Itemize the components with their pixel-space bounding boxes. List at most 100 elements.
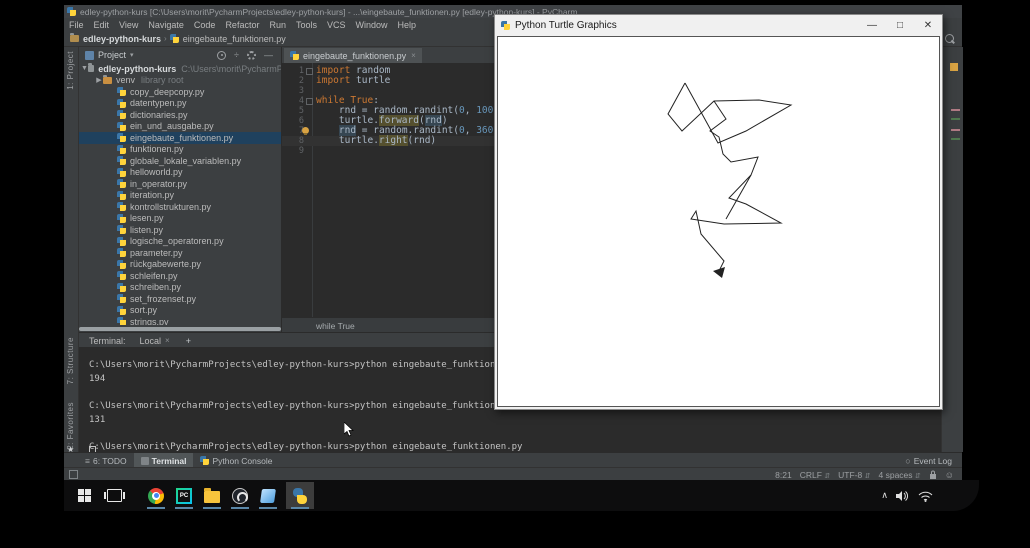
breadcrumb-file[interactable]: eingebaute_funktionen.py [183, 34, 286, 44]
breadcrumb-project[interactable]: edley-python-kurs [83, 34, 161, 44]
close-terminal-tab-icon[interactable]: × [165, 336, 170, 345]
hide-panel-icon[interactable]: — [264, 50, 273, 60]
menu-item-navigate[interactable]: Navigate [143, 20, 189, 30]
terminal-line: 131 [89, 414, 105, 428]
mouse-cursor [344, 422, 355, 438]
fold-icon[interactable] [306, 98, 313, 105]
menu-item-tools[interactable]: Tools [291, 20, 322, 30]
turtle-graphics-window[interactable]: Python Turtle Graphics — □ ✕ [494, 14, 943, 410]
menu-item-edit[interactable]: Edit [89, 20, 115, 30]
tree-item-set_frozenset[interactable]: set_frozenset.py [79, 293, 281, 305]
terminal-toolwindow-button[interactable]: Terminal [134, 453, 194, 468]
menu-item-window[interactable]: Window [351, 20, 393, 30]
editor-tab[interactable]: eingebaute_funktionen.py × [284, 48, 422, 63]
project-panel-header: Project ▾ ÷ — [79, 47, 281, 63]
hidden-icons-chevron[interactable]: ∧ [881, 490, 888, 501]
tree-root[interactable]: ▼edley-python-kursC:\Users\morit\Pycharm… [79, 63, 281, 75]
event-log-button[interactable]: ○ Event Log [905, 456, 962, 466]
context-label[interactable]: while True [316, 321, 355, 331]
close-tab-icon[interactable]: × [411, 51, 416, 60]
stripe-tab-project[interactable]: 1: Project [66, 51, 75, 95]
tree-item-kontrollstrukturen[interactable]: kontrollstrukturen.py [79, 201, 281, 213]
turtle-window-title: Python Turtle Graphics [515, 20, 617, 31]
search-icon[interactable] [945, 34, 954, 43]
collapse-all-icon[interactable]: ÷ [234, 50, 239, 60]
indent-setting[interactable]: 4 spaces ⇵ [879, 470, 921, 480]
stripe-warning-mark[interactable] [950, 63, 958, 71]
menu-item-view[interactable]: View [114, 20, 143, 30]
tree-item-strings[interactable]: strings.py [79, 316, 281, 325]
python-file-icon [117, 237, 126, 246]
collapse-arrow-icon[interactable]: ▶ [95, 76, 103, 84]
stripe-mark [951, 129, 960, 131]
python-file-icon [117, 306, 126, 315]
project-tree: ▼edley-python-kursC:\Users\morit\Pycharm… [79, 63, 281, 325]
python-console-button[interactable]: Python Console [193, 453, 279, 468]
new-terminal-tab-icon[interactable]: + [186, 336, 191, 346]
caret-position[interactable]: 8:21 [775, 470, 792, 480]
hector-inspection-icon[interactable]: ☺ [945, 470, 954, 480]
volume-icon[interactable] [896, 490, 910, 502]
terminal-tab-local[interactable]: Local × [140, 336, 170, 346]
pycharm-icon [176, 488, 192, 504]
tree-item-ein_und_ausgabe[interactable]: ein_und_ausgabe.py [79, 121, 281, 133]
start-button[interactable] [70, 482, 98, 509]
maximize-button[interactable]: □ [886, 15, 914, 36]
menu-item-code[interactable]: Code [189, 20, 221, 30]
toolwindow-toggle-icon[interactable] [69, 470, 78, 479]
tree-item-eingebaute_funktionen[interactable]: eingebaute_funktionen.py [79, 132, 281, 144]
menu-item-file[interactable]: File [64, 20, 89, 30]
tree-item-helloworld[interactable]: helloworld.py [79, 167, 281, 179]
taskbar-python-turtle[interactable] [286, 482, 314, 509]
tree-item-copy_deepcopy[interactable]: copy_deepcopy.py [79, 86, 281, 98]
intention-bulb-icon[interactable] [302, 127, 309, 134]
chevron-down-icon[interactable]: ▾ [130, 51, 134, 59]
tree-item-schreiben[interactable]: schreiben.py [79, 282, 281, 294]
close-button[interactable]: ✕ [914, 15, 942, 36]
python-file-icon [170, 34, 179, 43]
project-view-label[interactable]: Project [98, 50, 126, 60]
taskbar-chrome[interactable] [142, 482, 170, 509]
lock-icon[interactable] [929, 470, 937, 479]
expand-icon[interactable]: ▼ [81, 65, 88, 72]
task-view-button[interactable] [100, 482, 128, 509]
minimize-button[interactable]: — [858, 15, 886, 36]
tree-item-sort[interactable]: sort.py [79, 305, 281, 317]
tree-item-rückgabewerte[interactable]: rückgabewerte.py [79, 259, 281, 271]
menu-item-refactor[interactable]: Refactor [220, 20, 264, 30]
terminal-line: 194 [89, 373, 105, 387]
taskbar-pycharm[interactable] [170, 482, 198, 509]
taskbar-file-explorer[interactable] [198, 482, 226, 509]
tree-item-funktionen[interactable]: funktionen.py [79, 144, 281, 156]
tree-item-parameter[interactable]: parameter.py [79, 247, 281, 259]
menu-item-run[interactable]: Run [264, 20, 291, 30]
locate-file-icon[interactable] [217, 51, 226, 60]
tree-item-venv[interactable]: ▶venvlibrary root [79, 75, 281, 87]
tree-item-lesen[interactable]: lesen.py [79, 213, 281, 225]
stripe-tab-structure[interactable]: 7: Structure [66, 337, 75, 389]
tree-item-in_operator[interactable]: in_operator.py [79, 178, 281, 190]
tree-item-dictionaries[interactable]: dictionaries.py [79, 109, 281, 121]
obs-icon [232, 488, 248, 504]
python-icon [292, 488, 308, 504]
menu-item-help[interactable]: Help [393, 20, 422, 30]
tree-item-datentypen[interactable]: datentypen.py [79, 98, 281, 110]
network-icon[interactable] [918, 490, 933, 502]
file-encoding[interactable]: UTF-8 ⇵ [838, 470, 870, 480]
tree-item-logische_operatoren[interactable]: logische_operatoren.py [79, 236, 281, 248]
tree-item-globale_lokale_variablen[interactable]: globale_lokale_variablen.py [79, 155, 281, 167]
project-tree-scrollbar[interactable] [79, 327, 281, 331]
menu-item-vcs[interactable]: VCS [322, 20, 351, 30]
line-ending[interactable]: CRLF ⇵ [800, 470, 830, 480]
taskbar-blue-app[interactable] [254, 482, 282, 509]
turtle-title-bar[interactable]: Python Turtle Graphics — □ ✕ [495, 15, 942, 36]
folder-icon [88, 65, 94, 72]
tree-item-listen[interactable]: listen.py [79, 224, 281, 236]
taskbar-obs[interactable] [226, 482, 254, 509]
fold-icon[interactable] [306, 68, 313, 75]
tree-item-schleifen[interactable]: schleifen.py [79, 270, 281, 282]
line-number: 9 [282, 146, 304, 156]
todo-toolwindow-button[interactable]: ≡ 6: TODO [78, 453, 134, 468]
gear-icon[interactable] [247, 51, 256, 60]
tree-item-iteration[interactable]: iteration.py [79, 190, 281, 202]
